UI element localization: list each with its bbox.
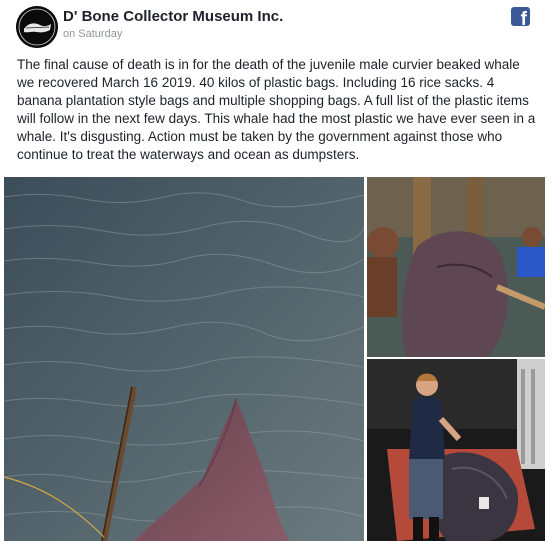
post-timestamp[interactable]: on Saturday [63, 28, 122, 40]
facebook-post: D' Bone Collector Museum Inc. on Saturda… [0, 0, 555, 541]
whale-lifted-image [367, 177, 545, 357]
page-avatar[interactable] [16, 6, 58, 48]
page-name[interactable]: D' Bone Collector Museum Inc. [63, 8, 283, 25]
photo-whale-lifted[interactable] [367, 177, 545, 357]
facebook-icon[interactable]: f [511, 7, 530, 26]
photo-whale-on-truck[interactable] [367, 359, 545, 541]
post-text: The final cause of death is in for the d… [17, 57, 536, 162]
photo-whale-in-water[interactable] [4, 177, 364, 541]
whale-water-image [4, 177, 364, 541]
whale-truck-image [367, 359, 545, 541]
museum-logo-icon [16, 6, 58, 48]
